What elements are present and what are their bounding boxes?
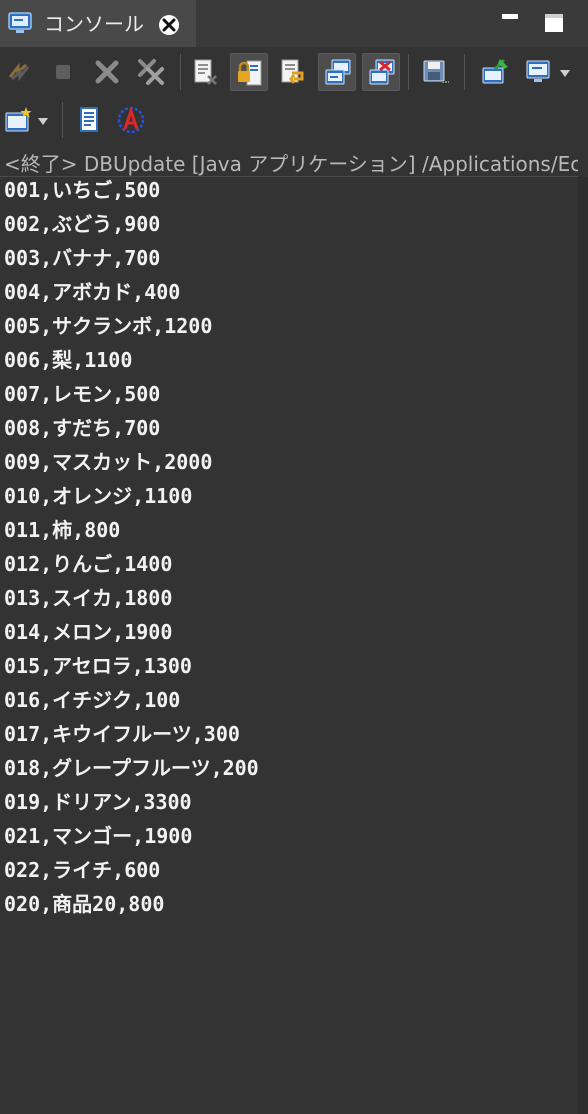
ascii-button[interactable] bbox=[112, 101, 150, 139]
scroll-lock-button[interactable] bbox=[230, 53, 268, 91]
toolbar-separator bbox=[180, 54, 181, 90]
new-console-icon bbox=[5, 107, 32, 132]
show-on-stdout-button[interactable] bbox=[318, 53, 356, 91]
remove-all-terminated-button[interactable] bbox=[132, 53, 170, 91]
open-console-button[interactable] bbox=[0, 101, 38, 139]
console-output-line: 019,ドリアン,3300 bbox=[4, 790, 192, 814]
remove-icon bbox=[95, 60, 119, 84]
stdout-icon bbox=[325, 59, 351, 85]
remove-launch-button[interactable] bbox=[88, 53, 126, 91]
console-output-line: 001,いちご,500 bbox=[4, 178, 161, 202]
pin-icon bbox=[482, 58, 508, 84]
console-output-line: 018,グレープフルーツ,200 bbox=[4, 756, 259, 780]
remove-all-icon bbox=[138, 59, 164, 85]
vertical-scrollbar[interactable] bbox=[578, 177, 588, 1114]
relaunch-icon bbox=[8, 62, 30, 82]
console-output-line: 017,キウイフルーツ,300 bbox=[4, 722, 240, 746]
display-console-icon bbox=[526, 60, 550, 82]
ascii-icon bbox=[117, 106, 145, 134]
console-output-line: 003,バナナ,700 bbox=[4, 246, 161, 270]
stop-icon bbox=[56, 65, 70, 79]
chevron-down-icon[interactable] bbox=[38, 118, 48, 126]
toolbar-separator bbox=[464, 54, 465, 90]
clear-icon bbox=[194, 59, 217, 85]
console-output-line: 011,柿,800 bbox=[4, 518, 121, 542]
console-status-line: <終了> DBUpdate [Java アプリケーション] /Applicati… bbox=[4, 152, 578, 176]
clear-console-button[interactable] bbox=[186, 53, 224, 91]
show-on-stderr-button[interactable] bbox=[362, 53, 400, 91]
console-output-line: 005,サクランボ,1200 bbox=[4, 314, 213, 338]
word-wrap-button[interactable] bbox=[274, 53, 312, 91]
console-output-line: 016,イチジク,100 bbox=[4, 688, 181, 712]
minimize-icon[interactable] bbox=[496, 8, 524, 36]
console-output-line: 002,ぶどう,900 bbox=[4, 212, 161, 236]
copy-button[interactable] bbox=[70, 101, 108, 139]
relaunch-button[interactable] bbox=[0, 53, 38, 91]
console-toolbar bbox=[0, 47, 588, 145]
tab-console-label: コンソール bbox=[44, 12, 144, 36]
console-output-line: 008,すだち,700 bbox=[4, 416, 161, 440]
scroll-lock-icon bbox=[238, 60, 262, 86]
console-output-line: 009,マスカット,2000 bbox=[4, 450, 213, 474]
maximize-icon[interactable] bbox=[540, 8, 568, 36]
chevron-down-icon[interactable] bbox=[560, 70, 570, 78]
console-output-line: 022,ライチ,600 bbox=[4, 858, 161, 882]
console-output-line: 007,レモン,500 bbox=[4, 382, 161, 406]
console-output-line: 015,アセロラ,1300 bbox=[4, 654, 192, 678]
console-output-line: 010,オレンジ,1100 bbox=[4, 484, 193, 508]
console-output-line: 013,スイカ,1800 bbox=[4, 586, 173, 610]
copy-icon bbox=[80, 107, 98, 132]
view-tab-bar: コンソール bbox=[0, 0, 588, 47]
stderr-icon bbox=[369, 59, 395, 85]
word-wrap-icon bbox=[281, 59, 304, 84]
tab-console[interactable]: コンソール bbox=[0, 0, 196, 47]
save-output-button[interactable] bbox=[416, 53, 454, 91]
console-output-line: 021,マンゴー,1900 bbox=[4, 824, 193, 848]
console-output-line: 014,メロン,1900 bbox=[4, 620, 173, 644]
display-console-button[interactable] bbox=[520, 53, 558, 91]
console-output-line: 006,梨,1100 bbox=[4, 348, 133, 372]
close-icon[interactable] bbox=[158, 14, 180, 36]
console-output-line: 012,りんご,1400 bbox=[4, 552, 173, 576]
console-output[interactable]: 001,いちご,500 002,ぶどう,900 003,バナナ,700 004,アボカ… bbox=[4, 176, 578, 924]
console-output-line: 020,商品20,800 bbox=[4, 892, 165, 916]
toolbar-separator bbox=[408, 54, 409, 90]
pin-console-button[interactable] bbox=[476, 53, 514, 91]
save-icon bbox=[423, 60, 449, 83]
toolbar-separator bbox=[62, 102, 63, 138]
stop-button[interactable] bbox=[44, 53, 82, 91]
console-output-line: 004,アボカド,400 bbox=[4, 280, 181, 304]
console-icon bbox=[8, 12, 32, 34]
